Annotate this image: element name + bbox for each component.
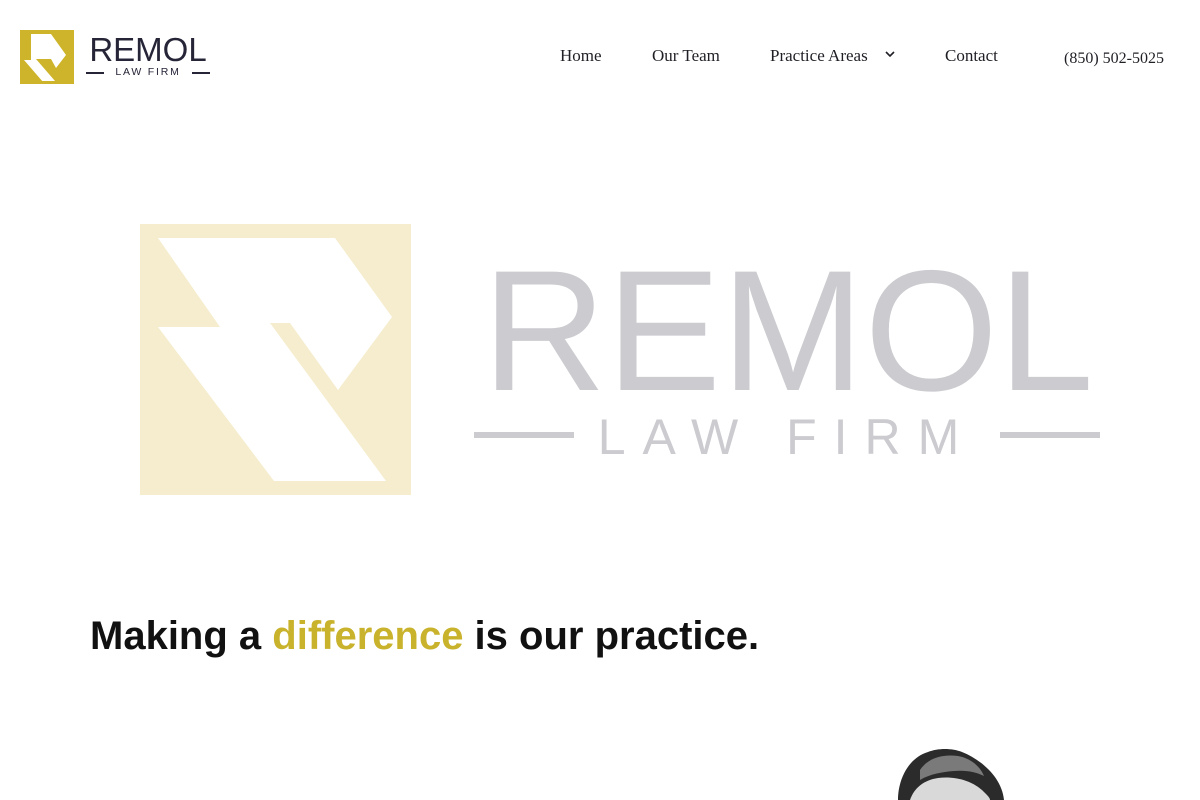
nav-item-contact[interactable]: Contact [945, 44, 998, 68]
hero-wordmark-text: REMOL [482, 235, 1094, 427]
logo-mark-icon [20, 30, 74, 84]
logo-name: REMOL [89, 31, 207, 68]
nav-item-home[interactable]: Home [560, 44, 602, 68]
tagline-heading: Making a difference is our practice. [90, 612, 759, 660]
site-logo-link[interactable]: REMOL LAW FIRM [20, 30, 215, 84]
attorney-portrait-image [898, 749, 1004, 800]
tagline-before: Making a [90, 614, 273, 658]
hero-logo: REMOL LAW FIRM [140, 224, 1102, 495]
chevron-down-icon [885, 51, 895, 58]
nav-item-practice-areas[interactable]: Practice Areas [770, 44, 896, 68]
hero-logo-mark-icon [140, 224, 411, 495]
phone-link[interactable]: (850) 502-5025 [1064, 48, 1164, 70]
logo-rule-right [192, 72, 210, 74]
tagline-accent: difference [272, 614, 464, 658]
nav-item-our-team[interactable]: Our Team [652, 44, 720, 68]
site-header: REMOL LAW FIRM Home Our Team Practice Ar… [0, 0, 1200, 112]
logo-wordmark: REMOL LAW FIRM [84, 30, 212, 84]
hero-wordmark: REMOL LAW FIRM [474, 235, 1100, 465]
logo-subtitle-row: LAW FIRM [84, 66, 212, 78]
tagline-after: is our practice. [463, 614, 760, 658]
hero-subtitle-text: LAW FIRM [598, 409, 977, 465]
nav-item-practice-areas-label: Practice Areas [770, 46, 868, 65]
